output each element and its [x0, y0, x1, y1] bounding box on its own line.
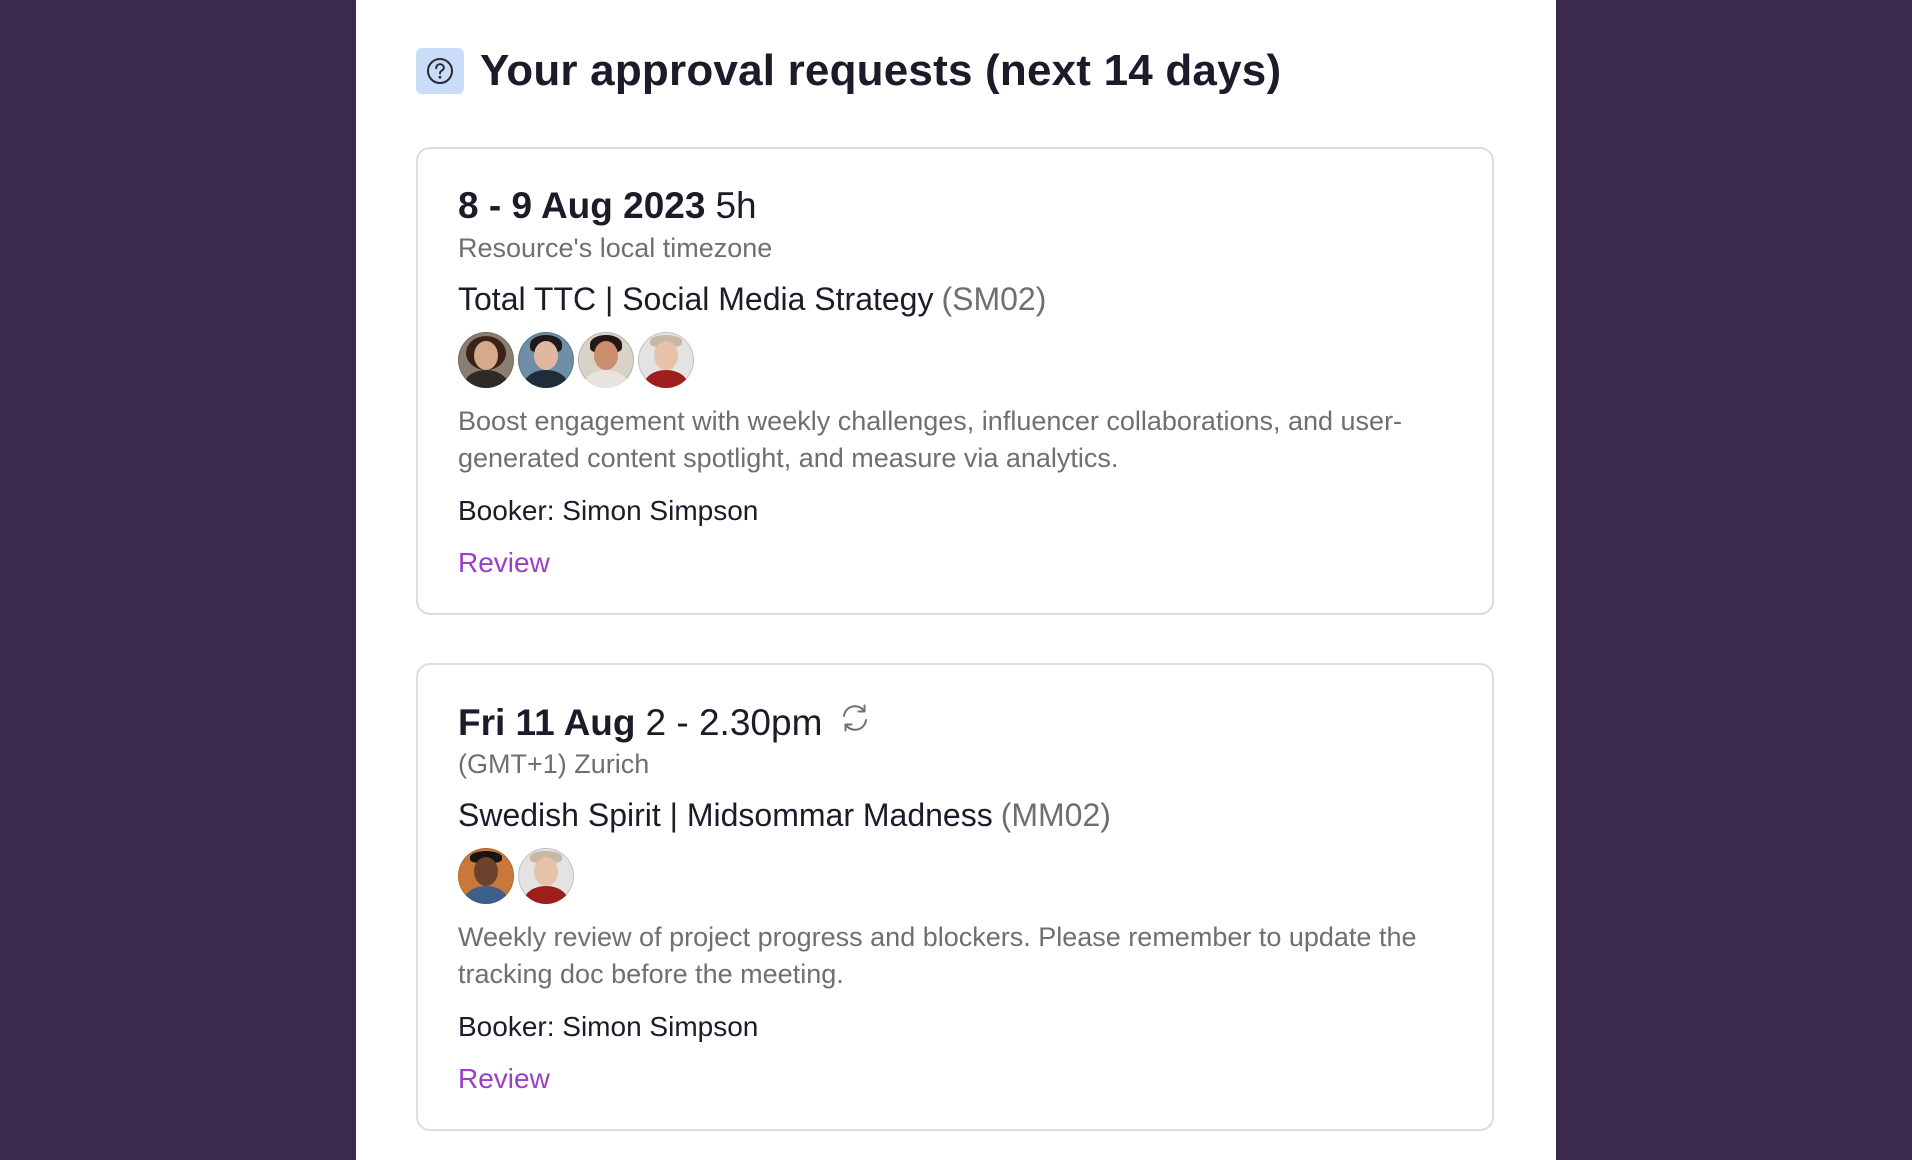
- project-title: Swedish Spirit | Midsommar Madness (MM02): [458, 797, 1111, 834]
- page-title: Your approval requests (next 14 days): [480, 46, 1282, 95]
- request-timezone: (GMT+1) Zurich: [458, 749, 650, 779]
- request-date-line: Fri 11 Aug 2 - 2.30pm: [458, 701, 872, 744]
- review-link[interactable]: Review: [458, 547, 550, 579]
- request-time: 5h: [715, 185, 757, 226]
- question-circle-icon[interactable]: [416, 48, 464, 94]
- request-date-line: 8 - 9 Aug 2023 5h: [458, 185, 757, 227]
- project-name: Swedish Spirit | Midsommar Madness: [458, 797, 993, 833]
- project-code: (MM02): [1000, 797, 1111, 833]
- avatar: [458, 848, 514, 904]
- project-title: Total TTC | Social Media Strategy (SM02): [458, 281, 1046, 318]
- request-date: Fri 11 Aug: [458, 701, 636, 743]
- repeat-icon: [838, 701, 872, 744]
- project-code: (SM02): [941, 281, 1047, 317]
- avatar: [578, 332, 634, 388]
- attendee-avatars: [458, 848, 578, 904]
- attendee-avatars: [458, 332, 698, 388]
- page-header: Your approval requests (next 14 days): [416, 46, 1281, 96]
- main-panel: Your approval requests (next 14 days) 8 …: [356, 0, 1556, 1160]
- request-description: Weekly review of project progress and bl…: [458, 922, 1417, 989]
- approval-request-card: 8 - 9 Aug 2023 5h Resource's local timez…: [416, 147, 1494, 615]
- approval-request-card: Fri 11 Aug 2 - 2.30pm (GMT+1) Zurich Swe…: [416, 663, 1494, 1131]
- project-name: Total TTC | Social Media Strategy: [458, 281, 934, 317]
- booker-name: Booker: Simon Simpson: [458, 1011, 759, 1042]
- request-timezone: Resource's local timezone: [458, 233, 773, 263]
- avatar: [518, 332, 574, 388]
- avatar: [518, 848, 574, 904]
- request-date: 8 - 9 Aug 2023: [458, 185, 706, 226]
- request-description: Boost engagement with weekly challenges,…: [458, 406, 1403, 473]
- request-time: 2 - 2.30pm: [645, 701, 823, 743]
- avatar: [638, 332, 694, 388]
- review-link[interactable]: Review: [458, 1063, 550, 1095]
- avatar: [458, 332, 514, 388]
- booker-name: Booker: Simon Simpson: [458, 495, 759, 526]
